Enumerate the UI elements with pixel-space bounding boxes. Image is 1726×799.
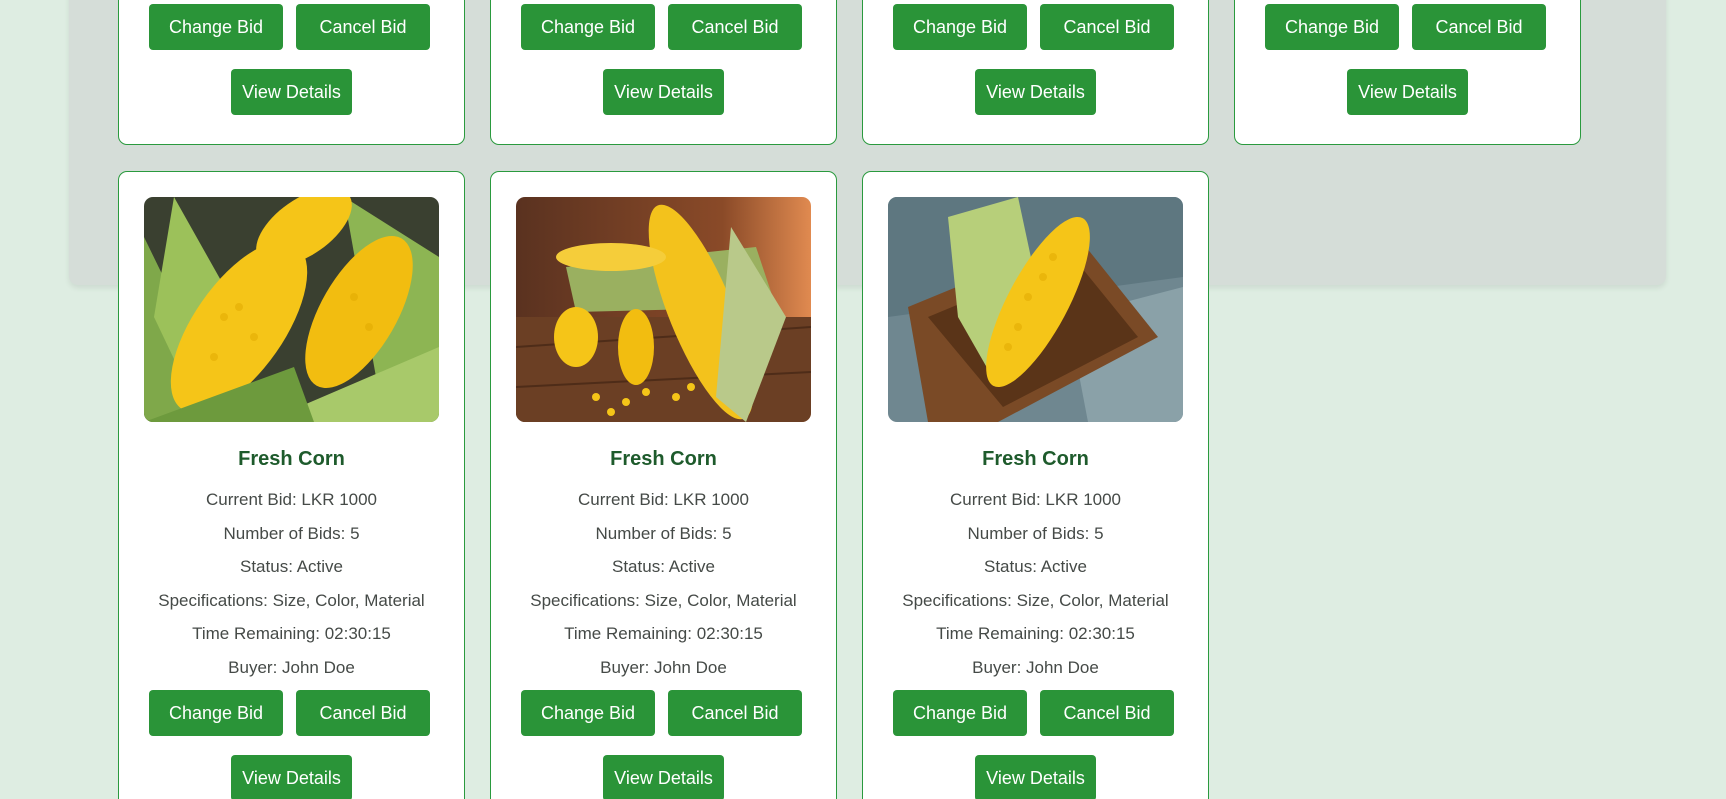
view-details-button[interactable]: View Details xyxy=(975,755,1096,799)
current-bid: Current Bid: LKR 1000 xyxy=(205,490,378,509)
time-remaining: Time Remaining: 02:30:15 xyxy=(564,624,763,643)
product-title: Fresh Corn xyxy=(238,448,345,470)
product-image[interactable] xyxy=(888,197,1183,422)
cancel-bid-button[interactable]: Cancel Bid xyxy=(296,690,430,736)
buyer: Buyer: John Doe xyxy=(600,658,727,677)
change-bid-button[interactable]: Change Bid xyxy=(149,690,283,736)
change-bid-button[interactable]: Change Bid xyxy=(521,690,655,736)
cancel-bid-button[interactable]: Cancel Bid xyxy=(1040,4,1174,50)
buyer: Buyer: John Doe xyxy=(972,658,1099,677)
product-title: Fresh Corn xyxy=(610,448,717,470)
change-bid-button[interactable]: Change Bid xyxy=(893,4,1027,50)
listing-card: Change Bid Cancel Bid View Details xyxy=(490,0,837,145)
view-details-button[interactable]: View Details xyxy=(603,755,724,799)
status: Status: Active xyxy=(612,557,715,576)
view-details-button[interactable]: View Details xyxy=(231,69,352,115)
time-remaining: Time Remaining: 02:30:15 xyxy=(936,624,1135,643)
change-bid-button[interactable]: Change Bid xyxy=(149,4,283,50)
specifications: Specifications: Size, Color, Material xyxy=(158,591,425,610)
specifications: Specifications: Size, Color, Material xyxy=(530,591,797,610)
cancel-bid-button[interactable]: Cancel Bid xyxy=(1412,4,1546,50)
listing-card: Change Bid Cancel Bid View Details xyxy=(1234,0,1581,145)
cancel-bid-button[interactable]: Cancel Bid xyxy=(668,4,802,50)
cancel-bid-button[interactable]: Cancel Bid xyxy=(296,4,430,50)
product-image[interactable] xyxy=(516,197,811,422)
cancel-bid-button[interactable]: Cancel Bid xyxy=(668,690,802,736)
view-details-button[interactable]: View Details xyxy=(231,755,352,799)
listing-card: Fresh Corn Current Bid: LKR 1000 Number … xyxy=(490,171,837,799)
product-image[interactable] xyxy=(144,197,439,422)
listing-card: Change Bid Cancel Bid View Details xyxy=(862,0,1209,145)
status: Status: Active xyxy=(984,557,1087,576)
current-bid: Current Bid: LKR 1000 xyxy=(949,490,1122,509)
cancel-bid-button[interactable]: Cancel Bid xyxy=(1040,690,1174,736)
view-details-button[interactable]: View Details xyxy=(975,69,1096,115)
product-title: Fresh Corn xyxy=(982,448,1089,470)
view-details-button[interactable]: View Details xyxy=(1347,69,1468,115)
current-bid: Current Bid: LKR 1000 xyxy=(577,490,750,509)
specifications: Specifications: Size, Color, Material xyxy=(902,591,1169,610)
listing-card: Fresh Corn Current Bid: LKR 1000 Number … xyxy=(862,171,1209,799)
listing-card: Change Bid Cancel Bid View Details xyxy=(118,0,465,145)
view-details-button[interactable]: View Details xyxy=(603,69,724,115)
buyer: Buyer: John Doe xyxy=(228,658,355,677)
change-bid-button[interactable]: Change Bid xyxy=(521,4,655,50)
time-remaining: Time Remaining: 02:30:15 xyxy=(192,624,391,643)
number-of-bids: Number of Bids: 5 xyxy=(595,524,732,543)
status: Status: Active xyxy=(240,557,343,576)
page: Change Bid Cancel Bid View Details Chang… xyxy=(0,0,1726,799)
number-of-bids: Number of Bids: 5 xyxy=(223,524,360,543)
change-bid-button[interactable]: Change Bid xyxy=(893,690,1027,736)
listing-card: Fresh Corn Current Bid: LKR 1000 Number … xyxy=(118,171,465,799)
change-bid-button[interactable]: Change Bid xyxy=(1265,4,1399,50)
number-of-bids: Number of Bids: 5 xyxy=(967,524,1104,543)
